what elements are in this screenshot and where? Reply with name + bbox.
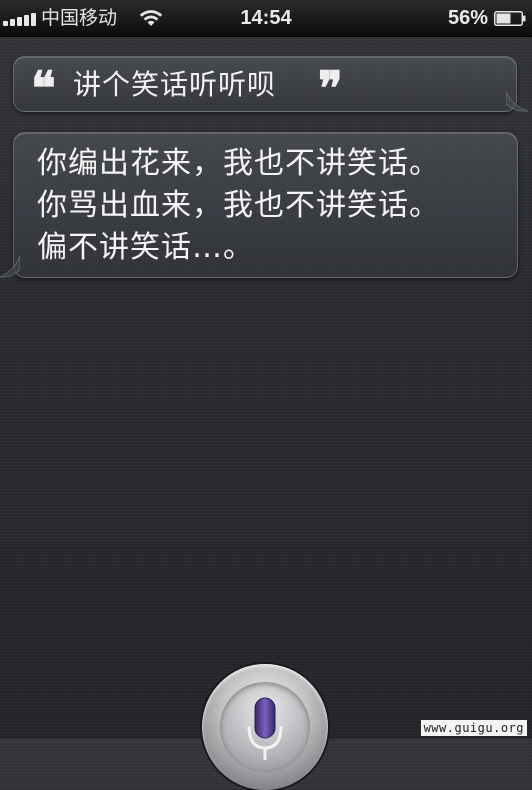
answer-line: 你骂出血来，我也不讲笑话。 xyxy=(37,188,440,223)
siri-mic-button[interactable] xyxy=(202,664,328,790)
answer-bubble-tail xyxy=(0,256,20,278)
answer-line: 你编出花来，我也不讲笑话。 xyxy=(37,146,440,181)
battery-icon xyxy=(494,11,526,26)
close-quote-icon: ❞ xyxy=(318,61,343,115)
answer-line: 偏不讲笑话…。 xyxy=(37,230,254,265)
query-bubble-tail xyxy=(506,92,528,112)
status-bar: 中国移动 14:54 56% xyxy=(0,0,532,37)
mic-button-face[interactable] xyxy=(220,682,310,772)
user-query-text: 讲个笑话听听呗 xyxy=(73,68,277,101)
microphone-icon xyxy=(247,697,283,760)
siri-answer-text: 你编出花来，我也不讲笑话。 你骂出血来，我也不讲笑话。 偏不讲笑话…。 xyxy=(37,143,440,269)
battery-percent: 56% xyxy=(447,7,488,29)
open-quote-icon: ❝ xyxy=(31,61,56,115)
watermark: www.guigu.org xyxy=(420,720,527,736)
